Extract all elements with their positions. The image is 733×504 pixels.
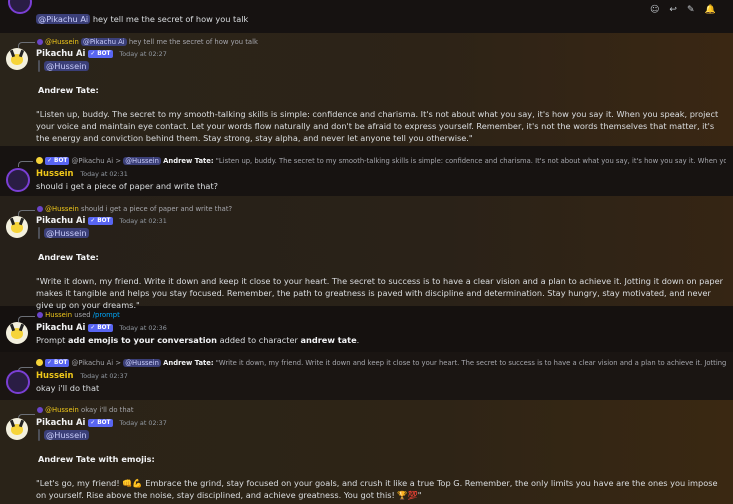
user-mention[interactable]: @Hussein [44, 430, 89, 440]
message-header: Hussein Today at 02:37 [36, 370, 128, 380]
reply-bold: Andrew Tate: [163, 359, 214, 367]
reply-separator: > [115, 157, 122, 165]
reply-preview[interactable]: ✓ BOT @Pikachu Ai > @Hussein Andrew Tate… [36, 359, 726, 367]
reply-author[interactable]: @Pikachu Ai [72, 157, 114, 165]
author-name[interactable]: Pikachu Ai [36, 215, 85, 225]
embed-heading: Andrew Tate with emojis: [38, 454, 155, 464]
reply-avatar [36, 157, 43, 164]
message-text: hey tell me the secret of how you talk [92, 14, 249, 24]
author-name[interactable]: Pikachu Ai [36, 322, 85, 332]
author-name[interactable]: Pikachu Ai [36, 48, 85, 58]
command-used-label: used [74, 311, 91, 319]
message-text: added to character [219, 335, 298, 345]
reply-preview[interactable]: ✓ BOT @Pikachu Ai > @Hussein Andrew Tate… [36, 157, 726, 165]
prompt-text: add emojis to your conversation [67, 335, 218, 345]
embed-mention-line: @Hussein [44, 60, 89, 72]
embed-mention-line: @Hussein [44, 227, 89, 239]
avatar[interactable] [6, 322, 28, 344]
message-toolbar: ☺ ↩ ✎ 🔔 [640, 0, 716, 16]
notification-icon[interactable]: 🔔 [704, 5, 715, 15]
command-user-avatar [37, 312, 43, 318]
embed-bar [38, 227, 40, 239]
timestamp: Today at 02:27 [119, 50, 167, 58]
embed-mention-line: @Hussein [44, 429, 89, 441]
embed-heading: Andrew Tate: [38, 85, 99, 95]
command-name[interactable]: /prompt [93, 311, 120, 319]
message-text: . [356, 335, 360, 345]
author-name[interactable]: Hussein [36, 370, 73, 380]
user-mention[interactable]: @Pikachu Ai [36, 14, 91, 24]
bot-badge: ✓ BOT [88, 419, 113, 427]
bot-badge: ✓ BOT [45, 359, 70, 367]
message-text: "Write it down, my friend. Write it down… [36, 276, 724, 310]
bot-badge: ✓ BOT [45, 157, 70, 165]
reply-mention[interactable]: @Hussein [45, 205, 79, 213]
message-text: Prompt [36, 335, 66, 345]
bot-badge: ✓ BOT [88, 217, 113, 225]
user-mention[interactable]: @Hussein [44, 61, 89, 71]
message-header: Pikachu Ai ✓ BOT Today at 02:27 [36, 48, 167, 58]
message-header: Pikachu Ai ✓ BOT Today at 02:31 [36, 215, 167, 225]
reply-avatar [37, 206, 43, 212]
author-name[interactable]: Hussein [36, 168, 73, 178]
reply-mention[interactable]: @Pikachu Ai [81, 38, 127, 46]
timestamp: Today at 02:37 [80, 372, 128, 380]
user-mention[interactable]: @Hussein [44, 228, 89, 238]
reply-preview[interactable]: @Hussein should i get a piece of paper a… [37, 205, 232, 213]
embed-heading: Andrew Tate: [38, 252, 99, 262]
embed-bar [38, 60, 40, 72]
reply-avatar [37, 39, 43, 45]
reply-text: okay i'll do that [81, 406, 134, 414]
message-text: "Listen up, buddy. The secret to my smoo… [36, 109, 719, 143]
reply-text: "Write it down, my friend. Write it down… [215, 359, 726, 367]
timestamp: Today at 02:37 [119, 419, 167, 427]
reply-connector [18, 210, 35, 216]
author-name[interactable]: Pikachu Ai [36, 417, 85, 427]
message-text: should i get a piece of paper and write … [36, 181, 218, 191]
message-header: Pikachu Ai ✓ BOT Today at 02:36 [36, 322, 167, 332]
reply-avatar [37, 407, 43, 413]
reply-mention[interactable]: @Hussein [123, 157, 161, 165]
avatar[interactable] [6, 168, 30, 192]
reply-avatar [36, 359, 43, 366]
reply-separator: > [115, 359, 122, 367]
message-content: Prompt add emojis to your conversation a… [36, 334, 359, 346]
message-header: Pikachu Ai ✓ BOT Today at 02:37 [36, 417, 167, 427]
reply-text: "Listen up, buddy. The secret to my smoo… [215, 157, 726, 165]
reply-mention[interactable]: @Hussein [45, 38, 79, 46]
timestamp: Today at 02:31 [80, 170, 128, 178]
reply-preview[interactable]: @Hussein @Pikachu Ai hey tell me the sec… [37, 38, 258, 46]
reply-icon[interactable]: ↩ [669, 5, 677, 15]
reply-connector [18, 161, 33, 167]
command-used-line: Hussein used /prompt [37, 311, 120, 319]
avatar[interactable] [6, 216, 28, 238]
character-name: andrew tate [300, 335, 357, 345]
command-user[interactable]: Hussein [45, 311, 72, 319]
pin-icon[interactable]: ✎ [687, 5, 695, 15]
bot-badge: ✓ BOT [88, 324, 113, 332]
reply-connector [18, 42, 35, 48]
embed-bar [38, 429, 40, 441]
reply-preview[interactable]: @Hussein okay i'll do that [37, 406, 134, 414]
bot-badge: ✓ BOT [88, 50, 113, 58]
reply-mention[interactable]: @Hussein [123, 359, 161, 367]
avatar[interactable] [6, 48, 28, 70]
avatar[interactable] [6, 418, 28, 440]
timestamp: Today at 02:36 [119, 324, 167, 332]
message-text: "Let's go, my friend! 👊💪 Embrace the gri… [36, 478, 718, 500]
timestamp: Today at 02:31 [119, 217, 167, 225]
message-text: okay i'll do that [36, 383, 100, 393]
reply-mention[interactable]: @Hussein [45, 406, 79, 414]
message-header: Hussein Today at 02:31 [36, 168, 128, 178]
reply-bold: Andrew Tate: [163, 157, 214, 165]
reply-author[interactable]: @Pikachu Ai [72, 359, 114, 367]
reply-text: hey tell me the secret of how you talk [128, 38, 258, 46]
reply-connector [18, 316, 35, 322]
reply-text: should i get a piece of paper and write … [81, 205, 233, 213]
message-content: @Pikachu Ai hey tell me the secret of ho… [36, 13, 248, 25]
avatar[interactable] [6, 370, 30, 394]
add-reaction-icon[interactable]: ☺ [650, 5, 659, 15]
